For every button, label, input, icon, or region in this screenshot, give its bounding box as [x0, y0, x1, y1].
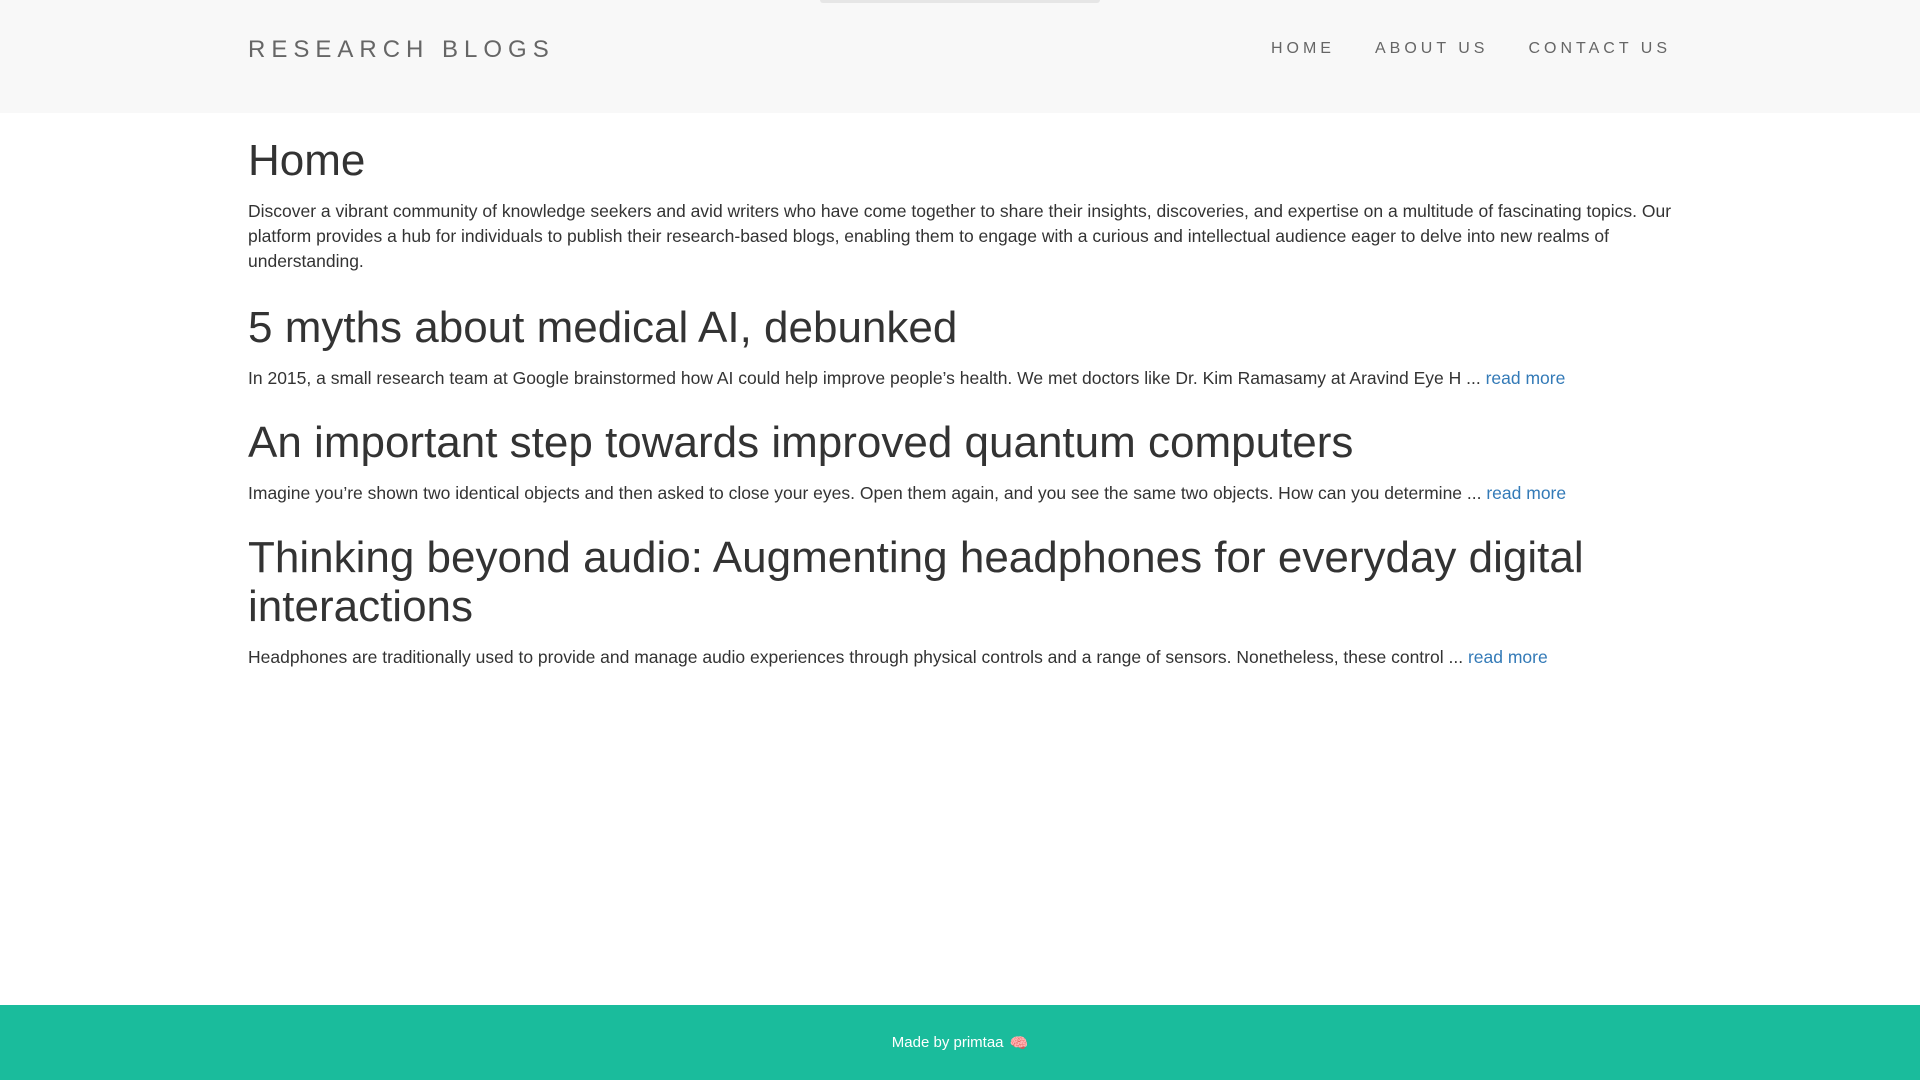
page-title: Home	[248, 136, 366, 185]
post-excerpt: In 2015, a small research team at Google…	[248, 368, 1481, 389]
post-item: 5 myths about medical AI, debunked In 20…	[248, 303, 1673, 391]
footer-text: Made by primtaa	[891, 1034, 1004, 1051]
navbar: RESEARCH BLOGS HOME ABOUT US CONTACT US	[0, 0, 1920, 113]
top-shadow	[820, 0, 1100, 3]
post-item: Thinking beyond audio: Augmenting headph…	[248, 533, 1673, 670]
read-more-link[interactable]: read more	[1486, 483, 1566, 503]
intro-text: Discover a vibrant community of knowledg…	[248, 201, 1672, 272]
nav-contact-us[interactable]: CONTACT US	[1528, 40, 1671, 58]
read-more-link[interactable]: read more	[1486, 368, 1566, 388]
post-title: Thinking beyond audio: Augmenting headph…	[248, 533, 1584, 632]
nav-home[interactable]: HOME	[1271, 40, 1335, 58]
post-item: An important step towards improved quant…	[248, 418, 1673, 506]
brand-link[interactable]: RESEARCH BLOGS	[248, 36, 555, 64]
brain-icon: 🧠	[1009, 1034, 1029, 1052]
post-excerpt-row: In 2015, a small research team at Google…	[248, 366, 1673, 391]
post-excerpt: Headphones are traditionally used to pro…	[248, 647, 1464, 668]
main-content: Home Discover a vibrant community of kno…	[248, 113, 1673, 670]
post-excerpt-row: Headphones are traditionally used to pro…	[248, 645, 1673, 670]
footer: Made by primtaa 🧠	[0, 1005, 1920, 1080]
post-excerpt-row: Imagine you’re shown two identical objec…	[248, 481, 1673, 506]
post-title: An important step towards improved quant…	[248, 418, 1354, 468]
post-excerpt: Imagine you’re shown two identical objec…	[248, 483, 1482, 504]
read-more-link[interactable]: read more	[1468, 647, 1548, 667]
page: RESEARCH BLOGS HOME ABOUT US CONTACT US …	[0, 0, 1920, 1080]
post-title: 5 myths about medical AI, debunked	[248, 303, 958, 353]
nav-menu: HOME ABOUT US CONTACT US	[1271, 40, 1671, 58]
nav-about-us[interactable]: ABOUT US	[1375, 40, 1489, 58]
